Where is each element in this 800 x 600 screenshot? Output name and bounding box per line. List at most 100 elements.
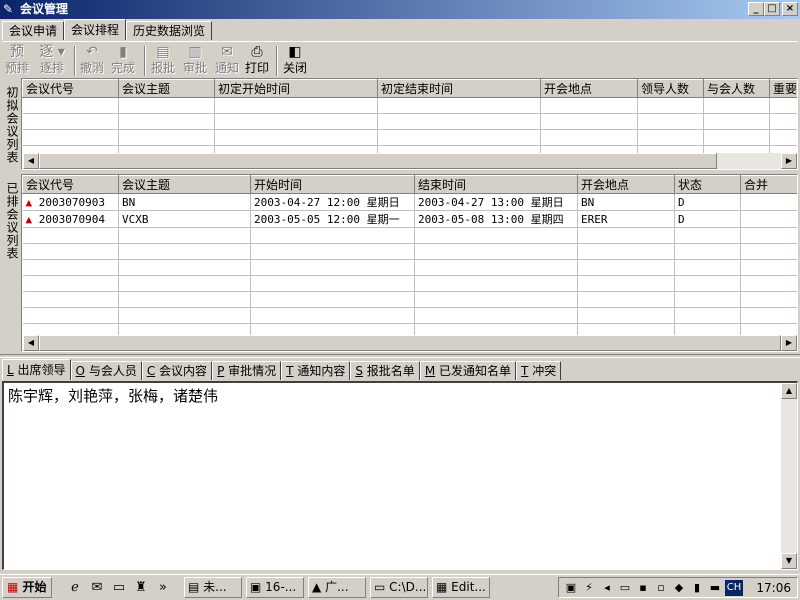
empty-row (22, 227, 797, 244)
scroll-thumb[interactable] (39, 335, 781, 351)
column-header[interactable]: 会议代号 (22, 79, 119, 98)
title-bar: ✎ 会议管理 _ □ × (0, 0, 800, 19)
tab-meeting-schedule[interactable]: 会议排程 (64, 19, 127, 40)
document-icon: ▲ (25, 212, 33, 226)
scroll-left-icon[interactable]: ◀ (23, 153, 39, 169)
maximize-button[interactable]: □ (764, 2, 780, 16)
empty-row (22, 307, 797, 324)
column-header[interactable]: 合并 (740, 175, 797, 194)
toolbar: 预预排 逐 ▾ 逐排 ↶ 撤消 ▮ 完成 ▤ 报批 ▥ 审批 ✉ 通知 ⎙ 打印 ◧ 关闭 (2, 41, 798, 77)
tab-participants[interactable]: O 与会人员 (70, 361, 142, 380)
table-row[interactable]: ▲ 2003070903 BN 2003-04-27 12:00 星期日 200… (22, 193, 797, 211)
scroll-left-icon[interactable]: ◀ (23, 335, 39, 351)
taskbar: ▦ 开始 ℯ ✉ ▭ ♜ » ▤ 未... ▣ 16-... ▲ 广... ▭ … (0, 574, 800, 600)
tray-icon[interactable]: ▭ (617, 580, 633, 596)
tray-icon[interactable]: ⚡ (581, 580, 597, 596)
tab-sent-notice-list[interactable]: M 已发通知名单 (419, 361, 517, 380)
scroll-thumb[interactable] (39, 153, 717, 169)
task-button[interactable]: ▭ C:\D... (370, 577, 428, 598)
column-header[interactable]: 结束时间 (414, 175, 578, 194)
column-header[interactable]: 开始时间 (250, 175, 415, 194)
shield-icon[interactable]: ◆ (671, 580, 687, 596)
scheduled-horizontal-scrollbar[interactable]: ◀ ▶ (23, 335, 797, 351)
tab-attending-leaders[interactable]: L 出席领导 (2, 359, 71, 380)
schedule-each-button[interactable]: 逐 ▾ 逐排 (34, 44, 70, 78)
column-header[interactable]: 状态 (674, 175, 741, 194)
column-header[interactable]: 会议代号 (22, 175, 119, 194)
column-header[interactable]: 重要 (769, 79, 797, 98)
column-header[interactable]: 开会地点 (540, 79, 638, 98)
volume-icon[interactable]: ◂ (599, 580, 615, 596)
language-indicator[interactable]: CH (725, 580, 743, 596)
complete-button[interactable]: ▮ 完成 (108, 44, 138, 78)
task-button[interactable]: ▦ Edit... (432, 577, 490, 598)
minimize-button[interactable]: _ (748, 2, 764, 16)
empty-row (22, 129, 797, 146)
start-button[interactable]: ▦ 开始 (2, 577, 52, 598)
tab-meeting-content[interactable]: C 会议内容 (141, 361, 213, 380)
tray-icon[interactable]: ▮ (689, 580, 705, 596)
draft-meeting-grid[interactable]: 会议代号 会议主题 初定开始时间 初定结束时间 开会地点 领导人数 与会人数 重… (21, 78, 798, 170)
pre-schedule-button[interactable]: 预预排 (4, 44, 30, 78)
task-button[interactable]: ▤ 未... (184, 577, 242, 598)
notify-button[interactable]: ✉ 通知 (212, 44, 242, 78)
column-header[interactable]: 会议主题 (118, 175, 251, 194)
scheduled-meeting-grid[interactable]: 会议代号 会议主题 开始时间 结束时间 开会地点 状态 合并 ▲ 2003070… (21, 174, 798, 352)
empty-row (22, 275, 797, 292)
close-window-button[interactable]: × (782, 2, 798, 16)
network-icon[interactable]: ▪ (635, 580, 651, 596)
folder-icon: ▭ (374, 580, 386, 594)
tab-notice-content[interactable]: T 通知内容 (281, 361, 351, 380)
tab-meeting-application[interactable]: 会议申请 (2, 21, 65, 40)
toolbar-separator (276, 46, 278, 76)
undo-button[interactable]: ↶ 撤消 (78, 44, 106, 78)
scroll-right-icon[interactable]: ▶ (781, 153, 797, 169)
main-tabs: 会议申请 会议排程 历史数据浏览 (2, 19, 213, 41)
document-icon: ▲ (25, 195, 33, 209)
desktop-icon[interactable]: ▭ (110, 579, 128, 597)
task-button[interactable]: ▣ 16-... (246, 577, 304, 598)
outlook-icon[interactable]: ✉ (88, 579, 106, 597)
print-button[interactable]: ⎙ 打印 (242, 44, 272, 78)
detail-tabs: L 出席领导 O 与会人员 C 会议内容 P 审批情况 T 通知内容 S 报批名… (2, 359, 562, 381)
task-button[interactable]: ▲ 广... (308, 577, 366, 598)
draft-horizontal-scrollbar[interactable]: ◀ ▶ (23, 153, 797, 169)
app-icon: ✎ (3, 2, 14, 16)
scroll-down-icon[interactable]: ▼ (781, 553, 797, 569)
scroll-right-icon[interactable]: ▶ (781, 335, 797, 351)
more-shortcuts-icon[interactable]: » (154, 579, 172, 597)
tab-approval-status[interactable]: P 审批情况 (212, 361, 282, 380)
app-shortcut-icon[interactable]: ♜ (132, 579, 150, 597)
content-vertical-scrollbar[interactable]: ▲ ▼ (781, 383, 797, 569)
app-icon: ▲ (312, 580, 322, 594)
scroll-up-icon[interactable]: ▲ (781, 383, 797, 399)
window-title: 会议管理 (20, 2, 69, 16)
column-header[interactable]: 与会人数 (703, 79, 770, 98)
ie-icon[interactable]: ℯ (66, 579, 84, 597)
scheduled-list-side-label: 已排会议列表 (5, 182, 19, 260)
table-row[interactable]: ▲ 2003070904 VCXB 2003-05-05 12:00 星期一 2… (22, 210, 797, 228)
schedule-each-icon: 逐 ▾ (39, 44, 65, 60)
submit-approval-button[interactable]: ▤ 报批 (148, 44, 178, 78)
undo-icon: ↶ (86, 44, 98, 60)
column-header[interactable]: 会议主题 (118, 79, 215, 98)
column-header[interactable]: 开会地点 (577, 175, 675, 194)
tray-icon[interactable]: ▬ (707, 580, 723, 596)
system-tray: ▣ ⚡ ◂ ▭ ▪ ▫ ◆ ▮ ▬ CH 17:06 (558, 577, 798, 598)
detail-text-area[interactable]: 陈宇辉，刘艳萍，张梅，诸楚伟 ▲ ▼ (2, 381, 798, 570)
tray-icon[interactable]: ▫ (653, 580, 669, 596)
pre-schedule-icon: 预 (10, 44, 24, 60)
close-button[interactable]: ◧ 关闭 (280, 44, 310, 78)
empty-row (22, 243, 797, 260)
tray-icon[interactable]: ▣ (563, 580, 579, 596)
tab-conflict[interactable]: T 冲突 (516, 361, 562, 380)
column-header[interactable]: 初定开始时间 (214, 79, 378, 98)
approve-button[interactable]: ▥ 审批 (180, 44, 210, 78)
app-icon: ▣ (250, 580, 262, 594)
column-header[interactable]: 领导人数 (637, 79, 704, 98)
splitter[interactable] (0, 354, 800, 358)
tab-approval-list[interactable]: S 报批名单 (350, 361, 420, 380)
tab-history-browse[interactable]: 历史数据浏览 (126, 21, 213, 40)
column-header[interactable]: 初定结束时间 (377, 79, 541, 98)
document-icon: ▤ (188, 580, 200, 594)
